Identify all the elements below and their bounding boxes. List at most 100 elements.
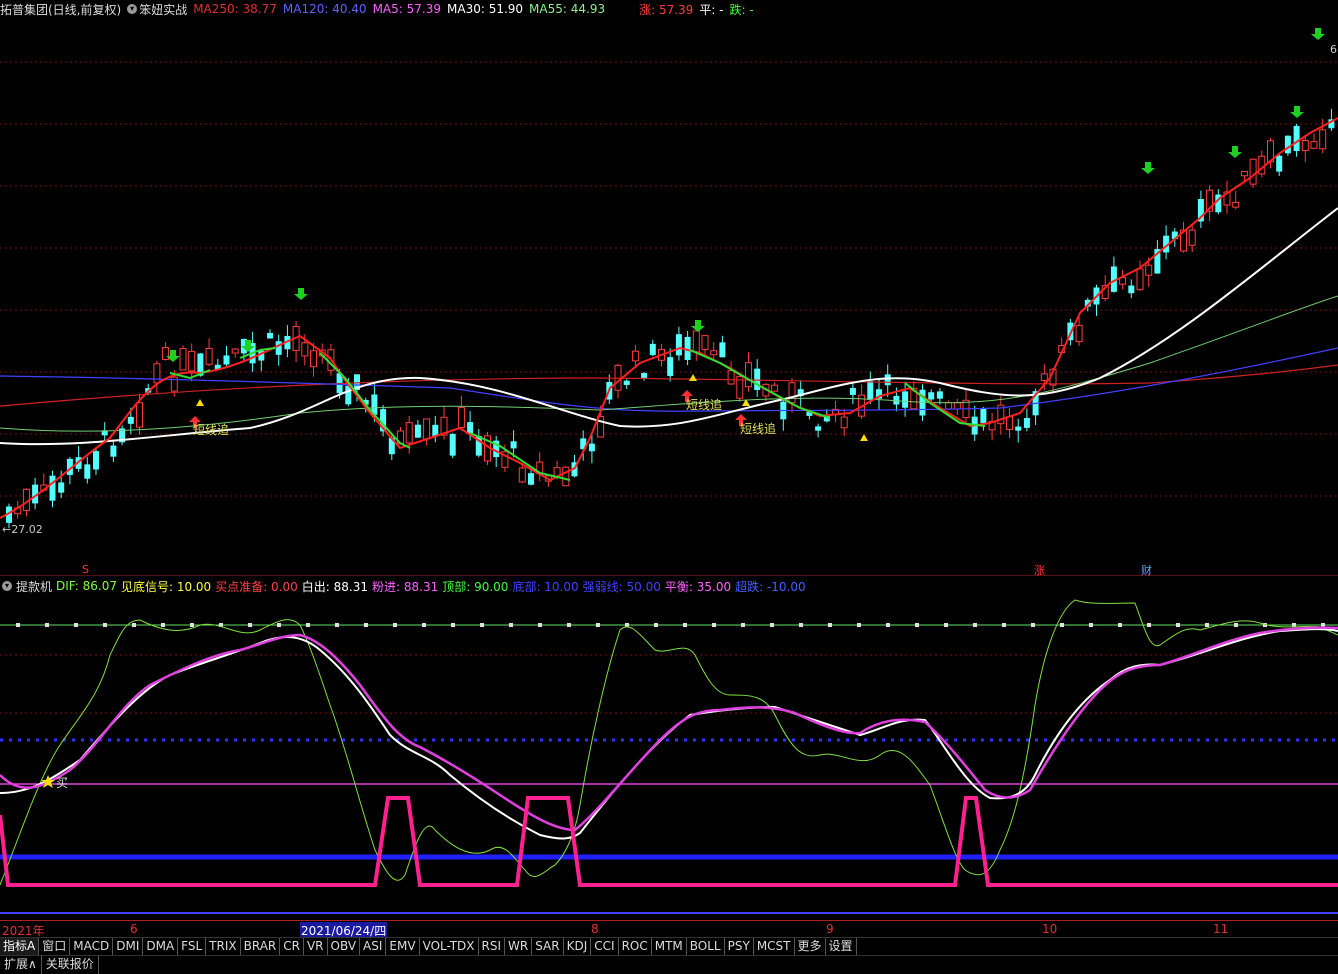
tab-dma[interactable]: DMA [143,938,179,955]
candle-body [93,451,99,470]
tab-macd[interactable]: MACD [70,938,114,955]
candle-body [815,426,822,431]
candle-body [884,374,891,386]
tab-指标a[interactable]: 指标A [0,938,40,955]
tab-kdj[interactable]: KDJ [564,938,592,955]
maidian-value: 买点准备: 0.00 [215,579,298,594]
candle-body [1301,140,1309,152]
qiangruo-value: 强弱线: 50.00 [582,579,661,594]
buy-label: 买 [56,776,68,790]
dif-line [0,599,1338,886]
short-chase-label-1: 短线追 [193,422,229,437]
die-value: 跌: - [729,2,754,17]
chevron-down-icon[interactable]: ▾ [127,4,138,14]
tab-boll[interactable]: BOLL [687,938,725,955]
candle-body [1232,201,1240,208]
tab-vr[interactable]: VR [304,938,328,955]
candle-body [301,342,309,357]
candle-body [405,422,413,444]
candle-body [110,445,117,457]
candle-body [423,418,431,440]
candle-body [1023,418,1030,428]
candle-body [162,347,170,360]
short-chase-label-3: 短线追 [740,421,776,436]
candle-body [945,402,953,410]
tab-roc[interactable]: ROC [619,938,652,955]
candle-body [179,348,187,371]
tab-brar[interactable]: BRAR [241,938,281,955]
candle-body [1276,155,1283,172]
stock-title[interactable]: 拓普集团(日线,前复权) [0,1,121,18]
chevron-down-icon[interactable]: ▾ [2,581,12,591]
indicator-chart[interactable]: 买 [0,595,1338,920]
candle-body [953,402,961,410]
high-price-label: 6 [1330,43,1337,56]
candle-body [449,433,456,456]
candle-body [1128,285,1135,294]
candle-body [1040,373,1048,381]
tab-fsl[interactable]: FSL [178,938,207,955]
ma55-value: MA55: 44.93 [529,2,606,16]
low-price-label: ←27.02 [2,523,43,536]
dingbu-value: 顶部: 90.00 [442,579,509,594]
tab-rsi[interactable]: RSI [479,938,506,955]
tab-emv[interactable]: EMV [386,938,420,955]
indicator-name[interactable]: 笨妞实战 [139,1,187,18]
fenjin-line [0,626,1338,832]
down-arrows [166,28,1325,362]
tab-cr[interactable]: CR [280,938,304,955]
tab-更多[interactable]: 更多 [795,938,826,955]
candle-body [467,422,474,434]
tab-cci[interactable]: CCI [591,938,619,955]
tab-vol-tdx[interactable]: VOL-TDX [420,938,479,955]
tab-wr[interactable]: WR [505,938,533,955]
candlesticks [6,108,1335,529]
candle-body [867,381,874,400]
tab-窗口[interactable]: 窗口 [39,938,71,955]
indicator-title[interactable]: 提款机 [16,578,52,595]
fenjin-value: 粉进: 88.31 [372,579,439,594]
candle-body [510,441,517,449]
candle-body [936,391,943,399]
indicator-header: ▾ 提款机 DIF: 86.07 见底信号: 10.00 买点准备: 0.00 … [0,578,1338,594]
candle-body [710,350,718,356]
candle-body [414,424,421,438]
candle-body [1188,229,1196,246]
tab-设置[interactable]: 设置 [826,938,857,955]
candle-body [631,350,639,362]
candle-body [58,482,65,493]
candle-body [849,388,856,395]
price-chart[interactable]: 短线追 短线追 短线追 ←27.02 6 S 涨 财 [0,18,1338,576]
bottom-bar: 扩展∧ 关联报价 [0,955,1338,974]
tab-trix[interactable]: TRIX [206,938,241,955]
date-jun: 6 [130,922,138,936]
expand-tab[interactable]: 扩展∧ [0,956,42,974]
candle-body [1284,135,1291,154]
candle-body [457,407,465,429]
ma5-value: MA5: 57.39 [372,2,441,16]
tab-mcst[interactable]: MCST [754,938,795,955]
zhang-value: 涨: 57.39 [639,2,694,17]
tab-asi[interactable]: ASI [360,938,387,955]
candle-body [588,443,595,452]
candle-body [1258,155,1266,175]
tab-obv[interactable]: OBV [328,938,361,955]
dif-value: DIF: 86.07 [56,579,117,593]
tab-mtm[interactable]: MTM [652,938,687,955]
ma5-line [0,117,1338,519]
candle-body [1310,141,1318,149]
candle-body [528,473,534,485]
cai-marker: 财 [1141,563,1152,576]
candle-body [49,475,56,501]
candle-body [1293,125,1300,152]
short-chase-label-2: 短线追 [686,397,722,412]
baichu-value: 白出: 88.31 [301,579,368,594]
tab-dmi[interactable]: DMI [113,938,144,955]
candle-body [692,330,700,353]
tab-psy[interactable]: PSY [725,938,754,955]
date-oct: 10 [1042,922,1058,936]
related-quotes-tab[interactable]: 关联报价 [42,956,99,974]
candle-body [310,350,317,368]
candle-body [1145,264,1153,276]
tab-sar[interactable]: SAR [532,938,564,955]
